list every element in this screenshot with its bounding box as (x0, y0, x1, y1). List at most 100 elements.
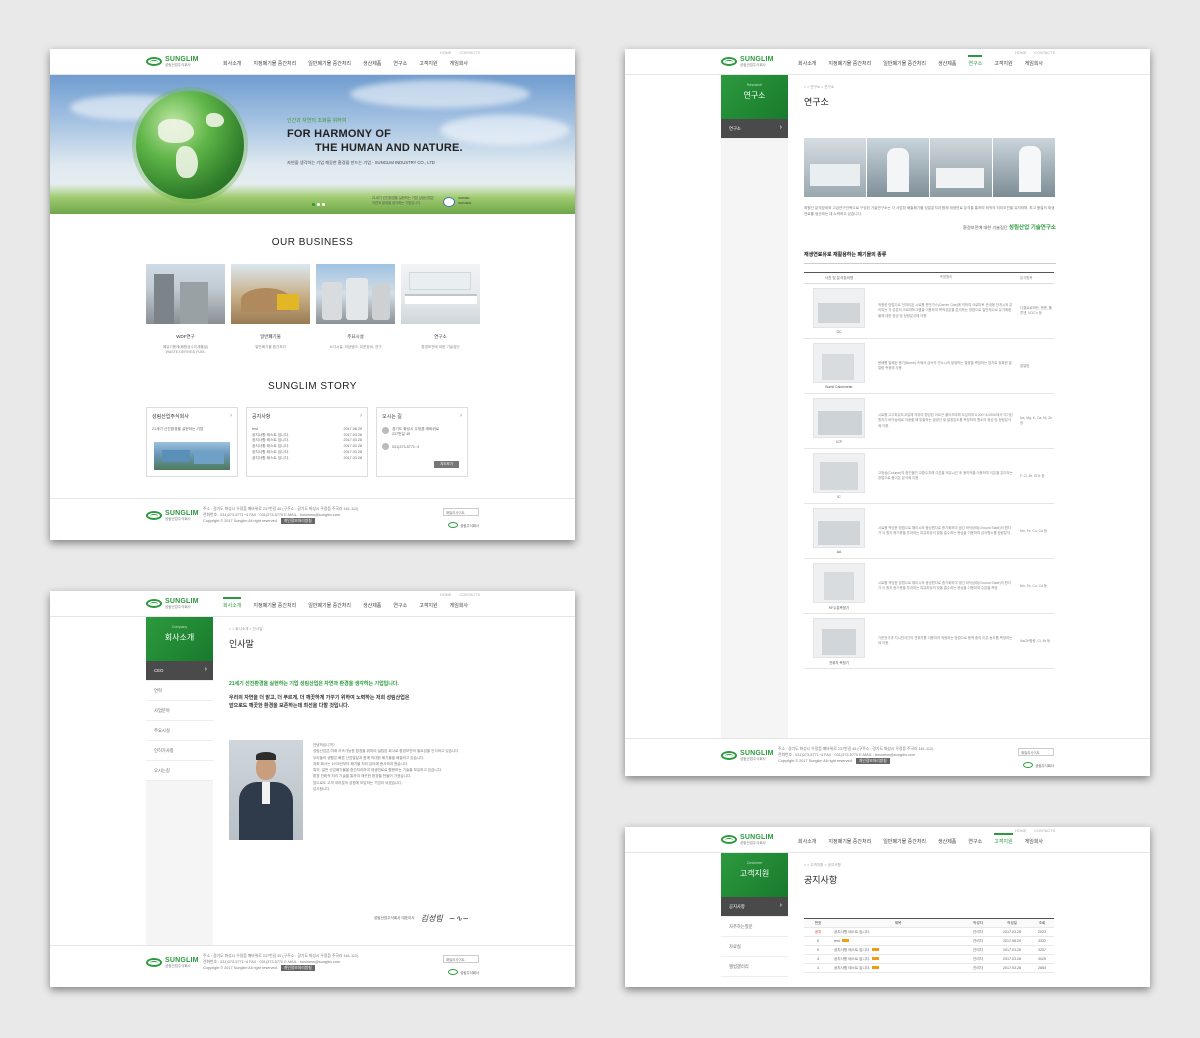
nav-item[interactable]: 연구소 (393, 602, 407, 609)
util-home-link[interactable]: HOME (440, 51, 451, 55)
nav-item[interactable]: 일반폐기물 중간처리 (883, 60, 926, 67)
nav-item[interactable]: 지정폐기물 중간처리 (253, 602, 296, 609)
nav-item[interactable]: 생산제품 (938, 838, 956, 845)
side-nav-item-active[interactable]: 연구소 (721, 119, 788, 139)
nav-item[interactable]: 생산제품 (363, 602, 381, 609)
nav-item[interactable]: 연구소 (968, 838, 982, 845)
util-home-link[interactable]: HOME (1015, 829, 1026, 833)
table-row[interactable]: 3 공지사항 테스트 입니다. 관리자 2017.03.28 2854 (804, 964, 1054, 973)
pager-dot[interactable] (322, 203, 325, 206)
nav-item[interactable]: 회사소개 (798, 838, 816, 845)
notice-item-title[interactable]: 공지사항 테스트 입니다. (252, 456, 289, 462)
privacy-policy-link[interactable]: 개인정보처리방침 (280, 965, 315, 972)
notice-title-cell[interactable]: test (832, 939, 962, 943)
chevron-right-icon[interactable]: › (460, 413, 462, 419)
nav-item[interactable]: 일반폐기물 중간처리 (308, 60, 351, 67)
table-row[interactable]: 공지 공지사항 테스트 입니다. 관리자 2017.03.28 2023 (804, 928, 1054, 937)
notice-title[interactable]: test (834, 939, 840, 943)
table-row[interactable]: 5 공지사항 테스트 입니다. 관리자 2017.03.28 3257 (804, 946, 1054, 955)
business-card[interactable]: 일반폐기물 일반폐기물 중간처리 (231, 264, 310, 355)
business-name: WDF연구 (176, 334, 195, 339)
nav-item-active[interactable]: 회사소개 (223, 597, 242, 609)
nav-item[interactable]: 게임회사 (1025, 838, 1043, 845)
view-map-button[interactable]: 지도보기 (434, 461, 459, 468)
footer-logo[interactable]: SUNGLIM 성림산업주식회사 (146, 510, 199, 522)
business-card[interactable]: 주요시설 소각시설, 저장탱크, 이운장비, 연구 (316, 264, 395, 355)
notice-title-cell[interactable]: 공지사항 테스트 입니다. (832, 930, 962, 935)
nav-item[interactable]: 생산제품 (363, 60, 381, 67)
notice-item[interactable]: 공지사항 테스트 입니다. 2017.03.28 (252, 456, 362, 462)
nav-item[interactable]: 게임회사 (450, 602, 468, 609)
lab-link[interactable]: 성림산업 기술연구소 (1009, 225, 1056, 231)
nav-item[interactable]: 게임회사 (1025, 60, 1043, 67)
logo-icon (146, 57, 162, 67)
hero-pager[interactable] (312, 203, 325, 206)
family-site-select[interactable]: 패밀리사이트 (443, 508, 479, 516)
side-nav-item[interactable]: 주요시설 (146, 721, 213, 741)
util-contacts-link[interactable]: CONTACTS (459, 593, 480, 597)
util-home-link[interactable]: HOME (1015, 51, 1026, 55)
table-row[interactable]: 4 공지사항 테스트 입니다. 관리자 2017.03.28 3025 (804, 955, 1054, 964)
nav-item[interactable]: 게임회사 (450, 60, 468, 67)
table-row[interactable]: 6 test 관리자 2017.08.29 3332 (804, 937, 1054, 946)
notice-title[interactable]: 공지사항 테스트 입니다. (834, 930, 870, 934)
pager-dot[interactable] (317, 203, 320, 206)
nav-item-active[interactable]: 고객지원 (994, 833, 1014, 845)
util-contacts-link[interactable]: CONTACTS (1034, 829, 1055, 833)
iso-badge-icon (443, 197, 455, 207)
nav-item[interactable]: 고객지원 (994, 60, 1012, 67)
nav-item[interactable]: 생산제품 (938, 60, 956, 67)
util-home-link[interactable]: HOME (440, 593, 451, 597)
business-card[interactable]: 연구소 환경보전에 대한 기술집단 (401, 264, 480, 355)
company-box[interactable]: 성림산업주식회사 › 21세기 선진환경을 실현하는 기업 (146, 407, 238, 477)
nav-item[interactable]: 지정폐기물 중간처리 (828, 60, 871, 67)
nav-item[interactable]: 고객지원 (419, 60, 437, 67)
side-nav-item[interactable]: 오시는길 (146, 761, 213, 781)
side-nav-item[interactable]: 연혁 (146, 681, 213, 701)
nav-item[interactable]: 일반폐기물 중간처리 (308, 602, 351, 609)
util-contacts-link[interactable]: CONTACTS (459, 51, 480, 55)
business-card[interactable]: WDF연구 폐유기용제(폐합성수지계물질) WASTE DERIVED FUEL (146, 264, 225, 355)
logo[interactable]: SUNGLIM 성림산업주식회사 (721, 834, 774, 846)
side-nav-item[interactable]: 사업분야 (146, 701, 213, 721)
chevron-right-icon[interactable]: › (230, 413, 232, 419)
family-site-select[interactable]: 패밀리사이트 (1018, 748, 1054, 756)
nav-item[interactable]: 지정폐기물 중간처리 (253, 60, 296, 67)
notice-box-title[interactable]: 공지사항 (252, 413, 362, 420)
researcher-figure (1019, 146, 1041, 192)
family-site-select[interactable]: 패밀리사이트 (443, 955, 479, 963)
logo-sub: 성림산업주식회사 (740, 841, 766, 845)
side-nav-item[interactable]: 앨범갤러리 (721, 957, 788, 977)
pager-dot[interactable] (312, 203, 315, 206)
nav-item[interactable]: 회사소개 (223, 60, 241, 67)
nav-item[interactable]: 일반폐기물 중간처리 (883, 838, 926, 845)
notice-title-cell[interactable]: 공지사항 테스트 입니다. (832, 956, 962, 962)
privacy-policy-link[interactable]: 개인정보처리방침 (280, 518, 315, 525)
notice-title[interactable]: 공지사항 테스트 입니다. (834, 966, 870, 970)
ceo-signature: 성림산업주식회사 대표이사 김성림 ~∿~ (374, 913, 469, 924)
notice-title[interactable]: 공지사항 테스트 입니다. (834, 948, 870, 952)
side-nav-item[interactable]: 인허가사항 (146, 741, 213, 761)
factory-aerial-photo (154, 442, 230, 470)
logo[interactable]: SUNGLIM 성림산업주식회사 (146, 598, 199, 610)
nav-item[interactable]: 연구소 (393, 60, 407, 67)
chevron-right-icon[interactable]: › (360, 413, 362, 419)
nav-item[interactable]: 지정폐기물 중간처리 (828, 838, 871, 845)
side-nav-item-active[interactable]: 공지사항 (721, 897, 788, 917)
nav-item[interactable]: 회사소개 (798, 60, 816, 67)
util-contacts-link[interactable]: CONTACTS (1034, 51, 1055, 55)
privacy-policy-link[interactable]: 개인정보처리방침 (855, 758, 890, 765)
nav-item[interactable]: 고객지원 (419, 602, 437, 609)
side-nav-item[interactable]: 자료실 (721, 937, 788, 957)
notice-title[interactable]: 공지사항 테스트 입니다. (834, 957, 870, 961)
logo[interactable]: SUNGLIM 성림산업주식회사 (146, 56, 199, 68)
notice-title-cell[interactable]: 공지사항 테스트 입니다. (832, 965, 962, 971)
notice-title-cell[interactable]: 공지사항 테스트 입니다. (832, 947, 962, 953)
logo[interactable]: SUNGLIM 성림산업주식회사 (721, 56, 774, 68)
side-nav-item[interactable]: 자주하는질문 (721, 917, 788, 937)
footer-logo[interactable]: SUNGLIM 성림산업주식회사 (146, 957, 199, 969)
table-row: Bomb Calorimeter 봄베를 밀폐된 용기(Bomb) 속에서 급속… (804, 339, 1054, 395)
nav-item-active[interactable]: 연구소 (968, 55, 982, 67)
footer-logo[interactable]: SUNGLIM 성림산업주식회사 (721, 750, 774, 762)
side-nav-item-active[interactable]: CEO (146, 661, 213, 681)
